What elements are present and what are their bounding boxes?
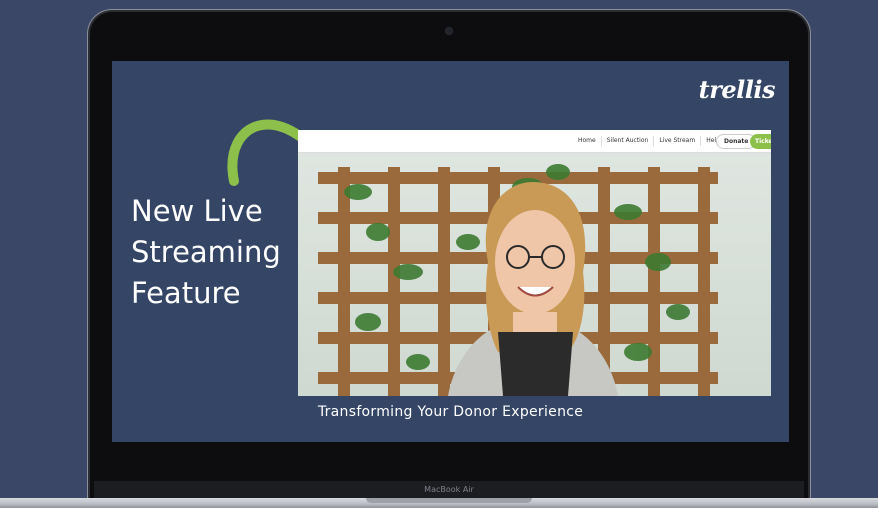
nav-link-home[interactable]: Home bbox=[573, 136, 602, 146]
device-label: MacBook Air bbox=[94, 481, 804, 499]
video-player[interactable]: Home Silent Auction Live Stream Help ? D… bbox=[298, 130, 771, 396]
video-site-navbar: Home Silent Auction Live Stream Help ? D… bbox=[298, 130, 771, 153]
brand-logo: trellis bbox=[698, 75, 776, 104]
presenter-image bbox=[448, 182, 618, 396]
laptop-notch bbox=[366, 498, 532, 503]
camera-icon bbox=[446, 28, 452, 34]
nav-links: Home Silent Auction Live Stream Help ? bbox=[573, 130, 737, 152]
nav-link-silent-auction[interactable]: Silent Auction bbox=[602, 136, 655, 146]
headline-line-3: Feature bbox=[131, 276, 241, 310]
tickets-button[interactable]: Tickets bbox=[750, 134, 771, 149]
nav-link-live-stream[interactable]: Live Stream bbox=[654, 136, 702, 146]
caption: Transforming Your Donor Experience bbox=[317, 404, 584, 420]
headline: New Live Streaming Feature bbox=[131, 191, 306, 314]
headline-line-1: New Live bbox=[131, 194, 263, 228]
slide-screen: trellis New Live Streaming Feature Home … bbox=[112, 61, 789, 442]
headline-line-2: Streaming bbox=[131, 235, 281, 269]
